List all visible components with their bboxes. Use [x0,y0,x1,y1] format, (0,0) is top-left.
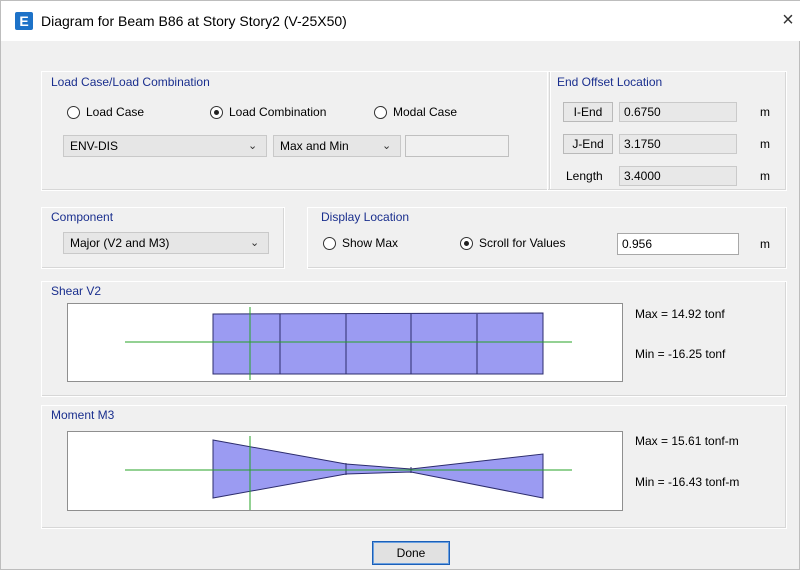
shear-diagram-area [212,312,544,375]
shear-diagram [67,303,623,382]
display-location-title: Display Location [321,210,410,224]
chevron-down-icon: ⌄ [382,140,392,152]
length-value: 3.4000 [619,166,737,186]
moment-min-text: Min = -16.43 tonf-m [635,475,740,489]
moment-diagram [67,431,623,511]
radio-load-combination-indicator [210,105,223,119]
radio-load-case-indicator [67,105,80,119]
radio-scroll-values-label: Scroll for Values [479,236,566,250]
shear-diagram-svg [125,307,572,380]
diagram-dialog: E Diagram for Beam B86 at Story Story2 (… [0,0,800,570]
title-bar: E Diagram for Beam B86 at Story Story2 (… [1,1,800,41]
component-title: Component [51,210,114,224]
j-end-value: 3.1750 [619,134,737,154]
moment-diagram-svg [125,436,572,510]
radio-scroll-values[interactable]: Scroll for Values [460,236,565,250]
i-end-unit: m [760,105,770,119]
moment-max-text: Max = 15.61 tonf-m [635,434,739,448]
radio-load-case[interactable]: Load Case [67,105,144,119]
radio-load-case-label: Load Case [86,105,145,119]
extra-field[interactable] [405,135,509,157]
i-end-value: 0.6750 [619,102,737,122]
shear-min-text: Min = -16.25 tonf [635,347,726,361]
shear-max-text: Max = 14.92 tonf [635,307,725,321]
scroll-unit: m [760,237,770,251]
envelope-value: Max and Min [280,139,349,153]
radio-show-max[interactable]: Show Max [323,236,398,250]
radio-show-max-label: Show Max [342,236,399,250]
moment-title: Moment M3 [51,408,115,422]
radio-modal-case-indicator [374,105,387,119]
radio-load-combination-label: Load Combination [229,105,327,119]
end-offset-title: End Offset Location [557,75,663,89]
load-combination-select[interactable]: ENV-DIS ⌄ [63,135,267,157]
done-button[interactable]: Done [372,541,450,565]
shear-title: Shear V2 [51,284,102,298]
i-end-button[interactable]: I-End [563,102,613,122]
radio-modal-case-label: Modal Case [393,105,458,119]
load-case-group-title: Load Case/Load Combination [51,75,210,89]
length-unit: m [760,169,770,183]
close-icon[interactable]: × [777,9,799,31]
j-end-button[interactable]: J-End [563,134,613,154]
radio-scroll-values-indicator [460,236,473,250]
scroll-value-input[interactable]: 0.956 [617,233,739,255]
envelope-select[interactable]: Max and Min ⌄ [273,135,401,157]
moment-diagram-area [212,439,544,499]
load-combination-value: ENV-DIS [70,139,119,153]
component-value: Major (V2 and M3) [70,236,170,250]
radio-show-max-indicator [323,236,336,250]
chevron-down-icon: ⌄ [250,237,260,249]
length-label: Length [566,169,603,183]
component-select[interactable]: Major (V2 and M3) ⌄ [63,232,269,254]
radio-load-combination[interactable]: Load Combination [210,105,326,119]
load-case-group [41,71,551,191]
j-end-unit: m [760,137,770,151]
etabs-app-icon: E [15,12,33,30]
radio-modal-case[interactable]: Modal Case [374,105,457,119]
chevron-down-icon: ⌄ [248,140,258,152]
window-title: Diagram for Beam B86 at Story Story2 (V-… [41,13,347,29]
